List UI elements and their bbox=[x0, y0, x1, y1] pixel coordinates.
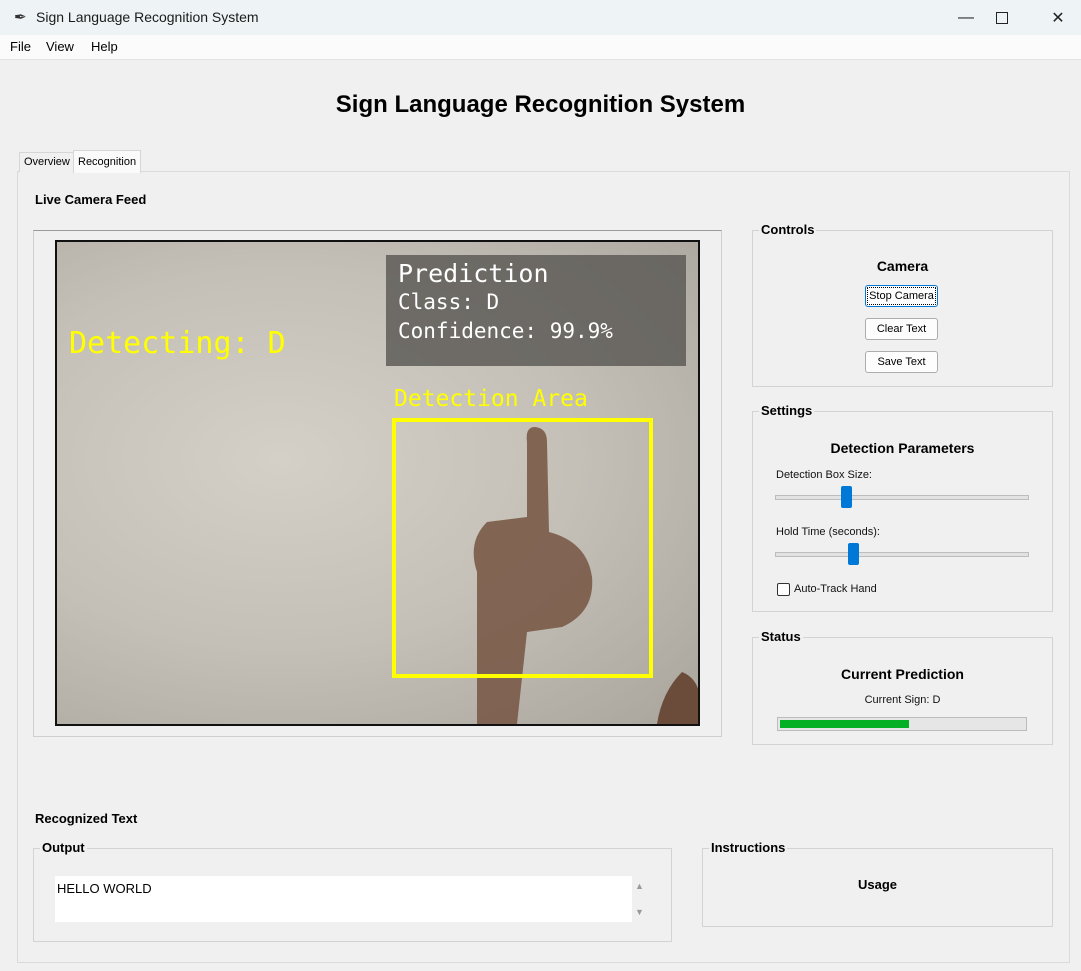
usage-heading: Usage bbox=[857, 877, 898, 892]
auto-track-label: Auto-Track Hand bbox=[794, 583, 877, 595]
close-button[interactable]: ✕ bbox=[1035, 0, 1081, 35]
current-prediction-heading: Current Prediction bbox=[841, 666, 964, 682]
recognized-text-label: Recognized Text bbox=[35, 811, 138, 826]
controls-group: Controls Camera Stop Camera Clear Text S… bbox=[752, 222, 1053, 387]
auto-track-checkbox[interactable] bbox=[777, 583, 790, 596]
status-label: Status bbox=[759, 629, 803, 644]
feather-icon: ✒ bbox=[14, 9, 27, 26]
hold-time-slider[interactable] bbox=[775, 552, 1029, 557]
save-text-button[interactable]: Save Text bbox=[865, 351, 938, 373]
detection-parameters-heading: Detection Parameters bbox=[830, 440, 975, 456]
detection-area-box bbox=[392, 418, 653, 678]
box-size-slider-thumb[interactable] bbox=[840, 486, 852, 508]
close-icon: ✕ bbox=[1051, 9, 1065, 27]
settings-group: Settings Detection Parameters Detection … bbox=[752, 403, 1053, 612]
output-textbox[interactable]: HELLO WORLD bbox=[55, 876, 632, 922]
output-text: HELLO WORLD bbox=[57, 881, 152, 896]
title-bar: ✒ Sign Language Recognition System — ✕ bbox=[0, 0, 1081, 35]
camera-heading: Camera bbox=[876, 258, 929, 274]
stop-camera-button[interactable]: Stop Camera bbox=[865, 285, 938, 307]
camera-feed: Detecting: D Prediction Class: D Confide… bbox=[55, 240, 700, 726]
window-title: Sign Language Recognition System bbox=[36, 9, 259, 25]
settings-label: Settings bbox=[759, 403, 815, 418]
menu-view[interactable]: View bbox=[46, 39, 74, 54]
maximize-icon bbox=[996, 11, 1008, 24]
menu-bar: File View Help bbox=[0, 35, 1081, 60]
camera-section-label: Live Camera Feed bbox=[35, 192, 147, 207]
output-label: Output bbox=[40, 840, 87, 855]
controls-label: Controls bbox=[759, 222, 817, 237]
maximize-button[interactable] bbox=[979, 0, 1025, 35]
instructions-label: Instructions bbox=[709, 840, 788, 855]
page-title: Sign Language Recognition System bbox=[335, 91, 746, 118]
menu-help[interactable]: Help bbox=[91, 39, 118, 54]
tab-recognition[interactable]: Recognition bbox=[73, 150, 142, 173]
menu-file[interactable]: File bbox=[10, 39, 31, 54]
prediction-progress-bar bbox=[777, 717, 1027, 731]
minimize-icon: — bbox=[958, 8, 974, 26]
clear-text-button[interactable]: Clear Text bbox=[865, 318, 938, 340]
hold-time-slider-thumb[interactable] bbox=[848, 543, 860, 565]
box-size-slider[interactable] bbox=[775, 495, 1029, 500]
scroll-up-icon[interactable]: ▲ bbox=[635, 881, 644, 891]
prediction-progress-fill bbox=[780, 720, 909, 728]
scroll-down-icon[interactable]: ▼ bbox=[635, 907, 644, 917]
hold-time-label: Hold Time (seconds): bbox=[776, 526, 880, 538]
instructions-group: Instructions Usage bbox=[702, 840, 1053, 927]
current-sign-label: Current Sign: D bbox=[864, 694, 941, 706]
box-size-label: Detection Box Size: bbox=[776, 469, 872, 481]
tab-overview[interactable]: Overview bbox=[19, 152, 75, 172]
